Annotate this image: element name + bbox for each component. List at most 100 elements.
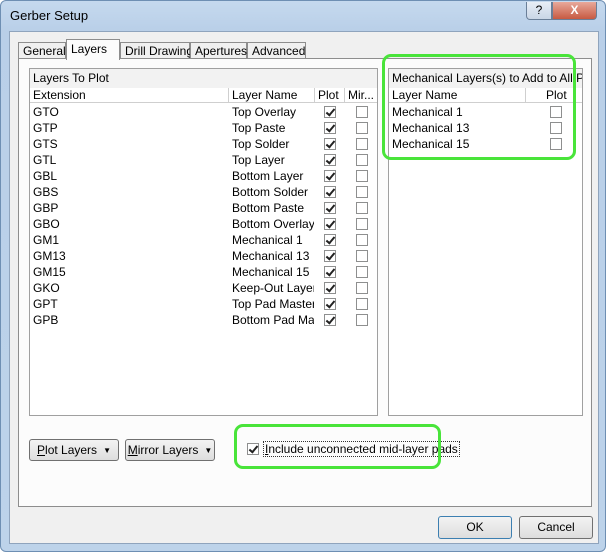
mirror-layers-mnemonic: M xyxy=(127,443,138,457)
mirror-checkbox[interactable] xyxy=(356,218,368,230)
mechanical-layer-name: Mechanical 1 xyxy=(392,105,463,119)
mechanical-layer-name: Mechanical 15 xyxy=(392,137,470,151)
layer-extension: GPB xyxy=(33,313,59,327)
close-button[interactable]: X xyxy=(552,2,597,20)
table-row[interactable]: GBO Bottom Overlay xyxy=(30,216,377,232)
table-row[interactable]: GTO Top Overlay xyxy=(30,104,377,120)
mirror-checkbox[interactable] xyxy=(356,106,368,118)
cancel-button[interactable]: Cancel xyxy=(519,516,593,539)
mechanical-plot-checkbox[interactable] xyxy=(550,106,562,118)
layers-to-plot-title: Layers To Plot xyxy=(30,69,377,89)
plot-checkbox[interactable] xyxy=(324,234,336,246)
mirror-checkbox[interactable] xyxy=(356,250,368,262)
table-row[interactable]: Mechanical 15 xyxy=(389,136,582,152)
layer-extension: GM13 xyxy=(33,249,66,263)
tab-general[interactable]: General xyxy=(18,42,66,59)
include-unconnected-label: Include unconnected mid-layer pads xyxy=(263,441,460,457)
mirror-checkbox[interactable] xyxy=(356,202,368,214)
gerber-setup-window: Gerber Setup ? X General Layers Drill Dr… xyxy=(0,0,606,552)
include-unconnected-text: nclude unconnected mid-layer pads xyxy=(268,442,458,456)
mirror-layers-label: irror Layers xyxy=(137,443,199,457)
plot-checkbox[interactable] xyxy=(324,266,336,278)
table-row[interactable]: Mechanical 1 xyxy=(389,104,582,120)
table-row[interactable]: GTL Top Layer xyxy=(30,152,377,168)
mechanical-layers-title: Mechanical Layers(s) to Add to All Plots xyxy=(389,69,582,89)
plot-checkbox[interactable] xyxy=(324,250,336,262)
mirror-checkbox[interactable] xyxy=(356,266,368,278)
column-header-plot[interactable]: Plot xyxy=(315,88,345,103)
table-row[interactable]: Mechanical 13 xyxy=(389,120,582,136)
plot-checkbox[interactable] xyxy=(324,282,336,294)
include-unconnected-option[interactable]: Include unconnected mid-layer pads xyxy=(245,438,460,460)
include-unconnected-checkbox[interactable] xyxy=(247,443,259,455)
layer-name: Keep-Out Layer xyxy=(232,281,314,295)
table-row[interactable]: GBS Bottom Solder xyxy=(30,184,377,200)
layer-extension: GM1 xyxy=(33,233,60,247)
layer-name: Mechanical 1 xyxy=(232,233,303,247)
tab-apertures[interactable]: Apertures xyxy=(190,42,247,59)
mechanical-layers-group: Mechanical Layers(s) to Add to All Plots… xyxy=(388,68,583,416)
tab-drill-drawing[interactable]: Drill Drawing xyxy=(120,42,193,59)
plot-checkbox[interactable] xyxy=(324,314,336,326)
table-row[interactable]: GPB Bottom Pad Master xyxy=(30,312,377,328)
layer-name: Top Paste xyxy=(232,121,286,135)
layer-extension: GBO xyxy=(33,217,60,231)
mirror-checkbox[interactable] xyxy=(356,298,368,310)
plot-checkbox[interactable] xyxy=(324,218,336,230)
mirror-checkbox[interactable] xyxy=(356,122,368,134)
plot-checkbox[interactable] xyxy=(324,298,336,310)
layers-to-plot-group: Layers To Plot Extension Layer Name Plot… xyxy=(29,68,378,416)
mirror-layers-button[interactable]: Mirror Layers ▼ xyxy=(125,439,215,461)
layer-name: Mechanical 13 xyxy=(232,249,310,263)
mechanical-plot-checkbox[interactable] xyxy=(550,122,562,134)
table-row[interactable]: GBP Bottom Paste xyxy=(30,200,377,216)
mirror-checkbox[interactable] xyxy=(356,234,368,246)
mirror-checkbox[interactable] xyxy=(356,282,368,294)
plot-checkbox[interactable] xyxy=(324,170,336,182)
tab-layers[interactable]: Layers xyxy=(66,39,120,60)
table-row[interactable]: GM15 Mechanical 15 xyxy=(30,264,377,280)
table-row[interactable]: GTP Top Paste xyxy=(30,120,377,136)
table-row[interactable]: GPT Top Pad Master xyxy=(30,296,377,312)
column-header-mech-layer-name[interactable]: Layer Name xyxy=(389,88,526,103)
plot-checkbox[interactable] xyxy=(324,122,336,134)
tab-advanced[interactable]: Advanced xyxy=(247,42,306,59)
column-header-extension[interactable]: Extension xyxy=(30,88,229,103)
table-row[interactable]: GKO Keep-Out Layer xyxy=(30,280,377,296)
plot-layers-mnemonic: P xyxy=(37,443,46,457)
layer-name: Bottom Paste xyxy=(232,201,305,215)
mirror-checkbox[interactable] xyxy=(356,314,368,326)
table-row[interactable]: GBL Bottom Layer xyxy=(30,168,377,184)
mirror-checkbox[interactable] xyxy=(356,186,368,198)
layer-extension: GPT xyxy=(33,297,58,311)
plot-checkbox[interactable] xyxy=(324,138,336,150)
title-bar[interactable]: Gerber Setup ? X xyxy=(1,1,607,31)
layer-name: Bottom Solder xyxy=(232,185,309,199)
dialog-client: General Layers Drill Drawing Apertures A… xyxy=(9,31,599,544)
layer-extension: GTO xyxy=(33,105,59,119)
table-row[interactable]: GM1 Mechanical 1 xyxy=(30,232,377,248)
layer-name: Top Overlay xyxy=(232,105,297,119)
table-row[interactable]: GTS Top Solder xyxy=(30,136,377,152)
mechanical-plot-checkbox[interactable] xyxy=(550,138,562,150)
column-header-layer-name[interactable]: Layer Name xyxy=(229,88,315,103)
plot-checkbox[interactable] xyxy=(324,154,336,166)
column-header-mech-plot[interactable]: Plot xyxy=(526,88,582,103)
layer-name: Top Solder xyxy=(232,137,290,151)
mirror-checkbox[interactable] xyxy=(356,138,368,150)
help-button[interactable]: ? xyxy=(526,2,552,20)
mirror-checkbox[interactable] xyxy=(356,170,368,182)
ok-button[interactable]: OK xyxy=(438,516,512,539)
layer-extension: GM15 xyxy=(33,265,66,279)
window-title: Gerber Setup xyxy=(10,8,89,23)
layer-name: Top Layer xyxy=(232,153,285,167)
chevron-down-icon: ▼ xyxy=(103,446,111,455)
mirror-checkbox[interactable] xyxy=(356,154,368,166)
table-row[interactable]: GM13 Mechanical 13 xyxy=(30,248,377,264)
plot-checkbox[interactable] xyxy=(324,186,336,198)
plot-layers-button[interactable]: Plot Layers ▼ xyxy=(29,439,119,461)
plot-checkbox[interactable] xyxy=(324,106,336,118)
chevron-down-icon: ▼ xyxy=(204,446,213,455)
column-header-mirror[interactable]: Mir... xyxy=(345,88,377,103)
plot-checkbox[interactable] xyxy=(324,202,336,214)
